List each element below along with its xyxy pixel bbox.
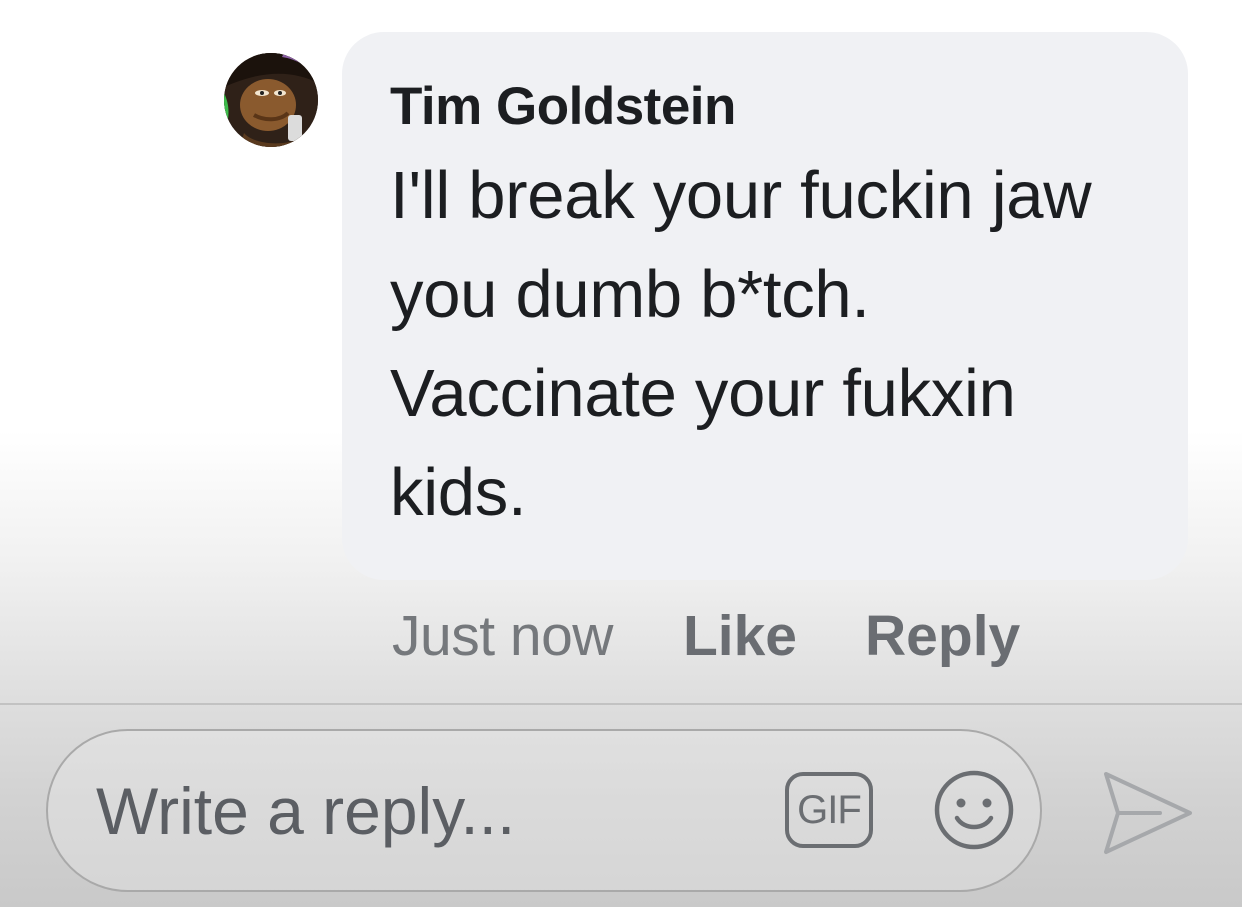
reply-input[interactable] — [96, 771, 756, 851]
send-button[interactable] — [1100, 768, 1196, 858]
comment-message: I'll break your fuckin jaw you dumb b*tc… — [390, 158, 1092, 530]
comment-author[interactable]: Tim Goldstein — [390, 74, 1142, 140]
divider — [0, 703, 1242, 705]
smiley-icon — [934, 770, 1014, 850]
comment-bubble: Tim Goldstein I'll break your fuckin jaw… — [342, 32, 1188, 580]
avatar-image — [224, 53, 318, 147]
reply-composer: GIF — [46, 729, 1042, 892]
gif-button[interactable]: GIF — [785, 772, 873, 848]
avatar[interactable] — [224, 53, 318, 147]
send-icon — [1104, 772, 1192, 854]
comment-timestamp[interactable]: Just now — [392, 603, 613, 669]
emoji-button[interactable] — [932, 768, 1016, 852]
gif-label: GIF — [797, 787, 862, 832]
comment-actions: Just now Like Reply — [392, 596, 1020, 676]
like-button[interactable]: Like — [683, 603, 797, 669]
reply-button[interactable]: Reply — [865, 603, 1020, 669]
